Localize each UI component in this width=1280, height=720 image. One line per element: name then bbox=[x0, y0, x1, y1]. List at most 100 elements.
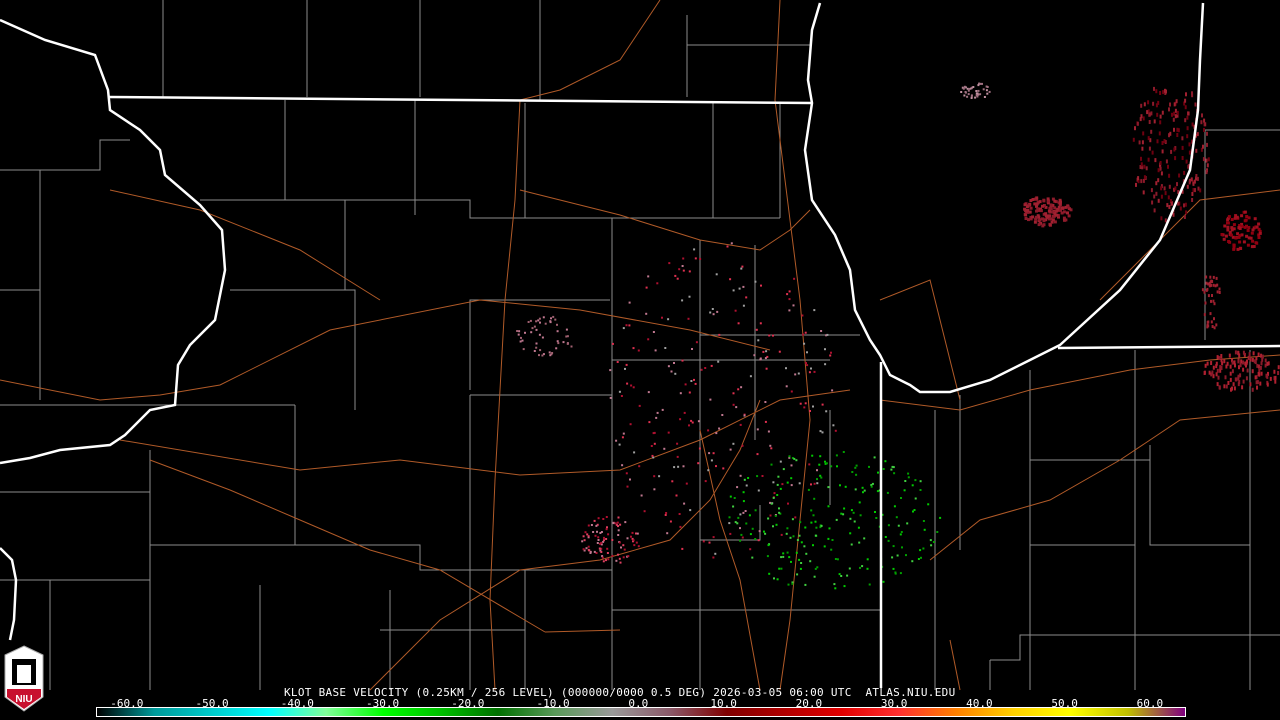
echo-pixel bbox=[1202, 157, 1205, 162]
echo-pixel bbox=[1159, 120, 1162, 125]
echo-pixel bbox=[821, 431, 824, 434]
echo-pixel bbox=[722, 467, 725, 470]
echo-pixel bbox=[1196, 132, 1199, 137]
echo-pixel bbox=[517, 333, 520, 336]
echo-pixel bbox=[913, 509, 916, 511]
echo-pixel bbox=[664, 347, 667, 349]
echo-pixel bbox=[1184, 118, 1187, 123]
echo-pixel bbox=[681, 547, 684, 550]
echo-pixel bbox=[631, 531, 634, 534]
echo-pixel bbox=[1252, 245, 1256, 248]
echo-pixel bbox=[1204, 363, 1207, 368]
echo-pixel bbox=[593, 519, 596, 522]
echo-pixel bbox=[754, 280, 757, 283]
echo-pixel bbox=[1242, 350, 1245, 355]
echo-pixel bbox=[1055, 213, 1059, 217]
echo-pixel bbox=[1143, 164, 1146, 169]
echo-pixel bbox=[768, 572, 771, 575]
echo-pixel bbox=[774, 514, 777, 517]
echo-pixel bbox=[678, 513, 681, 515]
echo-pixel bbox=[813, 309, 816, 312]
echo-pixel bbox=[768, 334, 771, 337]
echo-pixel bbox=[1185, 159, 1188, 164]
echo-pixel bbox=[979, 82, 982, 85]
echo-pixel bbox=[1254, 375, 1257, 380]
echo-pixel bbox=[1206, 361, 1209, 366]
echo-pixel bbox=[661, 408, 664, 411]
echo-pixel bbox=[716, 310, 719, 313]
echo-pixel bbox=[539, 349, 542, 352]
echo-pixel bbox=[676, 442, 679, 445]
echo-pixel bbox=[1178, 173, 1181, 178]
echo-pixel bbox=[1173, 147, 1176, 152]
echo-pixel bbox=[739, 423, 742, 426]
echo-pixel bbox=[805, 552, 808, 555]
echo-pixel bbox=[842, 451, 845, 453]
echo-pixel bbox=[982, 88, 985, 91]
echo-pixel bbox=[1245, 376, 1248, 381]
echo-pixel bbox=[1225, 384, 1228, 389]
echo-pixel bbox=[782, 552, 785, 555]
echo-pixel bbox=[632, 347, 635, 350]
echo-pixel bbox=[1031, 215, 1035, 219]
echo-pixel bbox=[527, 321, 530, 323]
echo-pixel bbox=[757, 339, 760, 342]
echo-pixel bbox=[893, 505, 896, 508]
echo-pixel bbox=[707, 469, 710, 472]
echo-pixel bbox=[870, 485, 873, 488]
echo-pixel bbox=[788, 298, 791, 301]
echo-pixel bbox=[618, 541, 621, 544]
echo-pixel bbox=[843, 585, 846, 588]
echo-pixel bbox=[859, 566, 861, 569]
echo-pixel bbox=[814, 520, 817, 523]
lake-michigan-shore bbox=[803, 2, 1205, 394]
echo-pixel bbox=[1146, 110, 1149, 115]
echo-pixel bbox=[1232, 382, 1235, 387]
echo-pixel bbox=[1216, 368, 1219, 373]
echo-pixel bbox=[1140, 156, 1142, 161]
echo-pixel bbox=[1258, 231, 1262, 235]
echo-pixel bbox=[1231, 369, 1234, 374]
echo-pixel bbox=[587, 524, 590, 527]
echo-pixel bbox=[875, 517, 878, 519]
echo-pixel bbox=[1243, 210, 1247, 214]
echo-pixel bbox=[893, 472, 896, 475]
echo-pixel bbox=[1053, 199, 1057, 203]
echo-pixel bbox=[679, 418, 682, 421]
echo-pixel bbox=[618, 557, 621, 560]
echo-pixel bbox=[850, 543, 853, 546]
echo-pixel bbox=[762, 350, 765, 353]
echo-pixel bbox=[548, 351, 551, 354]
state-borders bbox=[0, 2, 1280, 688]
echo-pixel bbox=[609, 396, 612, 399]
echo-pixel bbox=[1277, 371, 1280, 375]
echo-pixel bbox=[988, 90, 991, 93]
echo-pixel bbox=[986, 86, 989, 88]
echo-pixel bbox=[906, 522, 909, 525]
echo-pixel bbox=[739, 474, 742, 477]
echo-pixel bbox=[742, 285, 745, 288]
echo-pixel bbox=[566, 342, 569, 345]
echo-pixel bbox=[1159, 166, 1162, 171]
echo-pixel bbox=[1234, 363, 1236, 368]
echo-pixel bbox=[911, 560, 914, 563]
county-line bbox=[0, 139, 130, 171]
echo-pixel bbox=[930, 544, 933, 547]
echo-pixel bbox=[1251, 369, 1254, 374]
echo-pixel bbox=[605, 528, 608, 531]
echo-pixel bbox=[979, 93, 982, 96]
echo-pixel bbox=[601, 556, 604, 559]
echo-pixel bbox=[1212, 374, 1215, 379]
echo-pixel bbox=[1206, 163, 1209, 168]
echo-pixel bbox=[874, 511, 876, 513]
echo-pixel bbox=[743, 478, 746, 481]
echo-pixel bbox=[1206, 320, 1209, 324]
echo-pixel bbox=[729, 495, 732, 498]
radar-map[interactable] bbox=[0, 0, 1280, 720]
echo-pixel bbox=[1181, 145, 1184, 150]
echo-pixel bbox=[1041, 217, 1044, 221]
echo-pixel bbox=[1242, 379, 1245, 384]
echo-pixel bbox=[603, 539, 605, 542]
echo-pixel bbox=[1049, 203, 1053, 207]
echo-pixel bbox=[793, 277, 796, 280]
